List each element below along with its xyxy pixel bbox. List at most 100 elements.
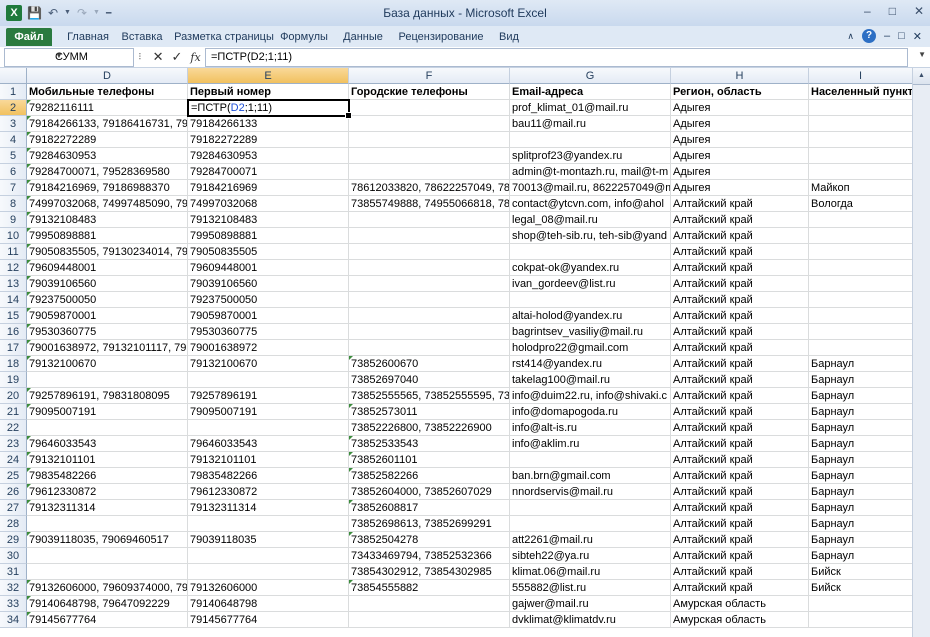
table-cell[interactable]: Алтайский край [671, 292, 809, 308]
table-cell[interactable]: 70013@mail.ru, 8622257049@m [510, 180, 671, 196]
row-header[interactable]: 6 [0, 164, 27, 180]
table-cell[interactable]: 73854555882 [349, 580, 510, 596]
table-cell[interactable] [349, 244, 510, 260]
row-header[interactable]: 22 [0, 420, 27, 436]
table-cell[interactable] [510, 292, 671, 308]
table-cell[interactable]: Барнаул [809, 404, 913, 420]
table-cell[interactable]: 73852504278 [349, 532, 510, 548]
table-cell[interactable]: Алтайский край [671, 564, 809, 580]
table-cell[interactable]: altai-holod@yandex.ru [510, 308, 671, 324]
row-header[interactable]: 26 [0, 484, 27, 500]
table-cell[interactable] [809, 596, 913, 612]
table-cell[interactable]: Алтайский край [671, 372, 809, 388]
column-title-cell[interactable]: Первый номер [188, 84, 349, 100]
table-cell[interactable] [349, 260, 510, 276]
table-cell[interactable] [809, 612, 913, 628]
table-cell[interactable]: 79612330872 [188, 484, 349, 500]
row-header[interactable]: 18 [0, 356, 27, 372]
minimize-ribbon-icon[interactable]: ∧ [847, 31, 854, 42]
formula-input[interactable]: =ПСТР(D2;1;11) [205, 48, 908, 67]
table-cell[interactable]: Алтайский край [671, 228, 809, 244]
table-cell[interactable]: Адыгея [671, 148, 809, 164]
table-cell[interactable]: 79001638972 [188, 340, 349, 356]
table-cell[interactable] [349, 212, 510, 228]
table-cell[interactable]: 79140648798 [188, 596, 349, 612]
name-box[interactable]: СУММ ▼ [4, 48, 134, 67]
table-cell[interactable]: 73852600670 [349, 356, 510, 372]
table-cell[interactable]: takelag100@mail.ru [510, 372, 671, 388]
row-header[interactable]: 2 [0, 100, 27, 116]
table-cell[interactable]: 79184216969 [188, 180, 349, 196]
cell-editor[interactable]: =ПСТР(D2;1;11) [189, 101, 272, 115]
table-cell[interactable]: 79646033543 [188, 436, 349, 452]
table-cell[interactable]: Барнаул [809, 532, 913, 548]
table-cell[interactable]: 79050835505, 79130234014, 79131 [27, 244, 188, 260]
table-cell[interactable]: 79237500050 [27, 292, 188, 308]
table-cell[interactable] [349, 100, 510, 116]
table-cell[interactable]: Алтайский край [671, 308, 809, 324]
table-cell[interactable] [809, 292, 913, 308]
table-cell[interactable]: Барнаул [809, 372, 913, 388]
table-cell[interactable]: legal_08@mail.ru [510, 212, 671, 228]
table-cell[interactable]: 74997032068, 74997485090, 79131 [27, 196, 188, 212]
row-header[interactable]: 20 [0, 388, 27, 404]
row-header[interactable]: 4 [0, 132, 27, 148]
table-cell[interactable] [349, 164, 510, 180]
table-cell[interactable]: 79132101101 [27, 452, 188, 468]
table-cell[interactable]: ivan_gordeev@list.ru [510, 276, 671, 292]
table-cell[interactable] [188, 516, 349, 532]
table-cell[interactable]: Алтайский край [671, 468, 809, 484]
table-cell[interactable]: info@alt-is.ru [510, 420, 671, 436]
table-cell[interactable]: Барнаул [809, 452, 913, 468]
table-cell[interactable] [349, 340, 510, 356]
tab-insert[interactable]: Вставка [117, 28, 167, 46]
table-cell[interactable]: 73852573011 [349, 404, 510, 420]
table-cell[interactable]: 73852608817 [349, 500, 510, 516]
table-cell[interactable]: 79257896191 [188, 388, 349, 404]
table-cell[interactable] [510, 244, 671, 260]
table-cell[interactable]: Алтайский край [671, 436, 809, 452]
table-cell[interactable]: Алтайский край [671, 356, 809, 372]
table-cell[interactable] [809, 276, 913, 292]
table-cell[interactable]: Алтайский край [671, 212, 809, 228]
table-cell[interactable]: splitprof23@yandex.ru [510, 148, 671, 164]
row-header[interactable]: 28 [0, 516, 27, 532]
table-cell[interactable] [809, 148, 913, 164]
table-cell[interactable]: Адыгея [671, 180, 809, 196]
table-cell[interactable]: Барнаул [809, 516, 913, 532]
table-cell[interactable] [809, 116, 913, 132]
table-cell[interactable]: shop@teh-sib.ru, teh-sib@yand [510, 228, 671, 244]
select-all-corner[interactable] [0, 68, 27, 84]
table-cell[interactable]: info@domapogoda.ru [510, 404, 671, 420]
table-cell[interactable] [809, 340, 913, 356]
row-header[interactable]: 27 [0, 500, 27, 516]
vertical-scrollbar[interactable]: ▲ [912, 68, 930, 637]
tab-view[interactable]: Вид [491, 28, 527, 46]
table-cell[interactable]: 79184266133, 79186416731, 79882 [27, 116, 188, 132]
expand-formula-bar-icon[interactable]: ▼ [918, 50, 926, 59]
table-cell[interactable] [809, 244, 913, 260]
column-header-d[interactable]: D [27, 68, 188, 84]
table-cell[interactable] [809, 132, 913, 148]
row-header[interactable]: 21 [0, 404, 27, 420]
table-cell[interactable]: 79284700071 [188, 164, 349, 180]
table-cell[interactable]: admin@t-montazh.ru, mail@t-m [510, 164, 671, 180]
table-cell[interactable]: Барнаул [809, 356, 913, 372]
row-header[interactable]: 7 [0, 180, 27, 196]
table-cell[interactable] [349, 148, 510, 164]
workbook-minimize-icon[interactable]: – [884, 30, 890, 42]
table-cell[interactable]: 79095007191 [188, 404, 349, 420]
cancel-icon[interactable]: ✕ [153, 49, 164, 65]
row-header[interactable]: 11 [0, 244, 27, 260]
table-cell[interactable]: Бийск [809, 564, 913, 580]
table-cell[interactable]: Адыгея [671, 132, 809, 148]
table-cell[interactable]: Алтайский край [671, 260, 809, 276]
row-header[interactable]: 32 [0, 580, 27, 596]
table-cell[interactable]: Алтайский край [671, 452, 809, 468]
table-cell[interactable] [349, 228, 510, 244]
table-cell[interactable]: 79132100670 [27, 356, 188, 372]
row-header[interactable]: 14 [0, 292, 27, 308]
table-cell[interactable]: 78612033820, 78622257049, 78771 [349, 180, 510, 196]
table-cell[interactable]: 73852601101 [349, 452, 510, 468]
table-cell[interactable] [349, 292, 510, 308]
